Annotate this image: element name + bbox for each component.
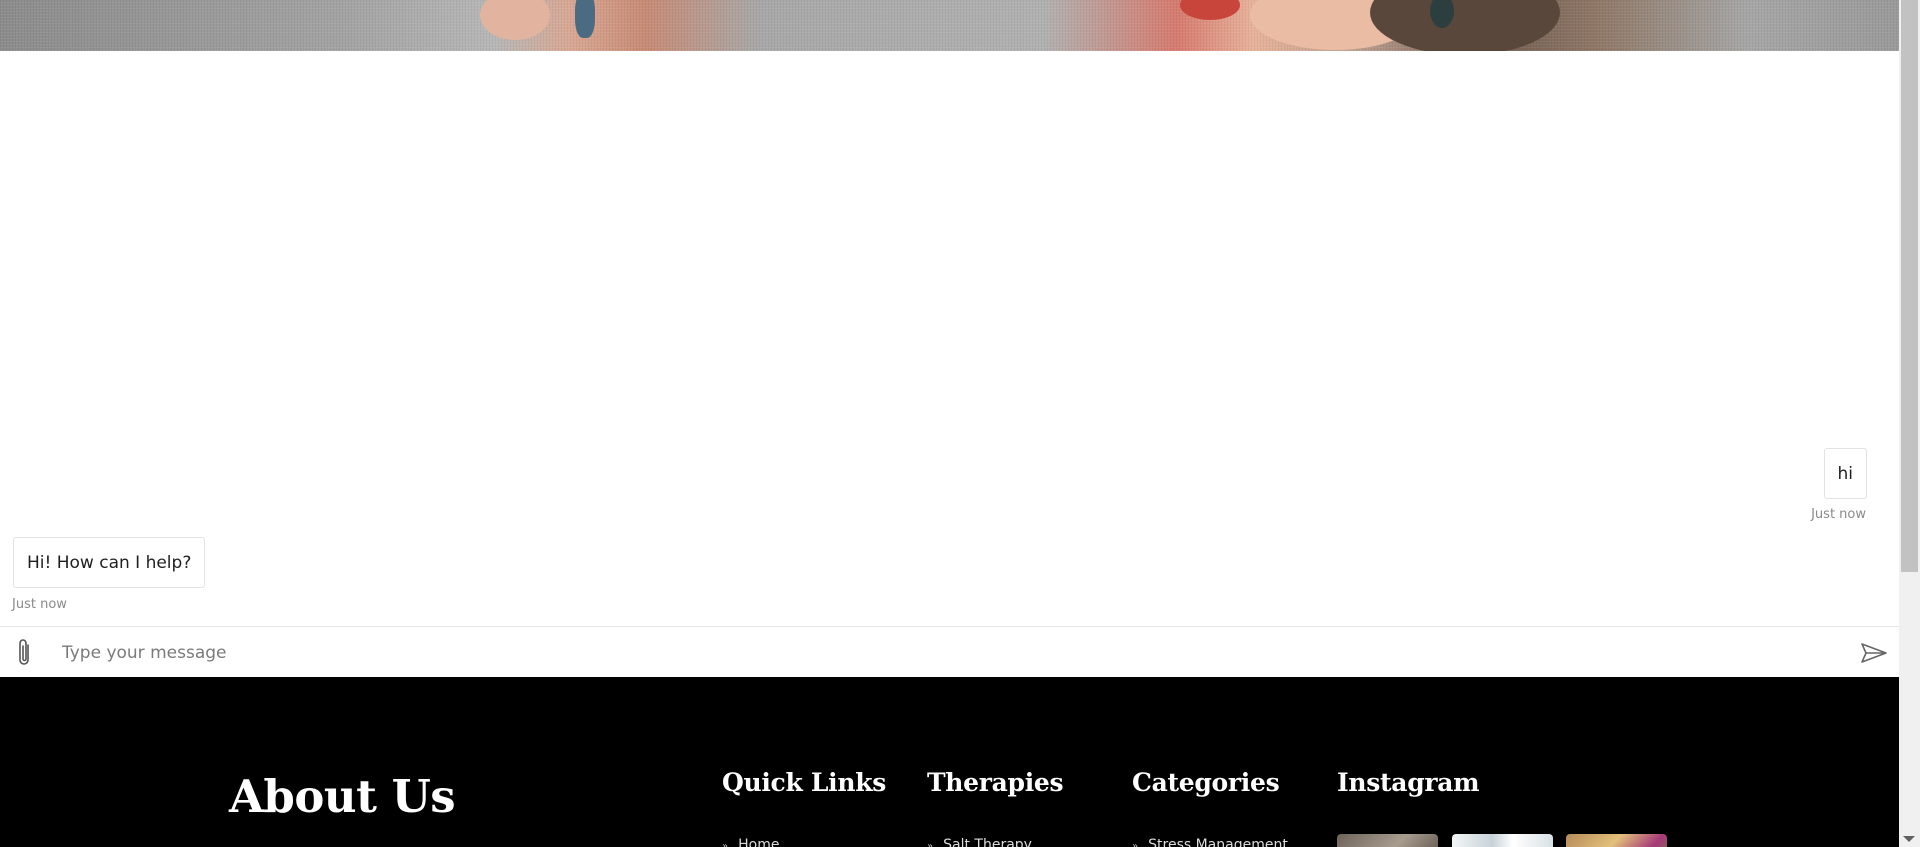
footer-category-item[interactable]: » Stress Management xyxy=(1132,837,1288,847)
bullet-icon: » xyxy=(1132,841,1139,847)
scrollbar-thumb[interactable] xyxy=(1901,0,1918,572)
hero-image xyxy=(0,0,1899,55)
bot-message-bubble: Hi! How can I help? xyxy=(13,537,206,588)
paperclip-icon xyxy=(19,639,29,665)
footer-instagram-title: Instagram xyxy=(1337,768,1480,797)
site-footer: About Us Quick Links » Home Therapies » Sa… xyxy=(0,677,1899,847)
instagram-thumbnail[interactable] xyxy=(1566,834,1667,847)
instagram-thumbnail[interactable] xyxy=(1337,834,1438,847)
bullet-icon: » xyxy=(722,841,729,847)
footer-therapy-item[interactable]: » Salt Therapy xyxy=(927,837,1032,847)
footer-categories-title: Categories xyxy=(1132,768,1280,797)
message-input[interactable] xyxy=(60,635,1844,671)
user-message-timestamp: Just now xyxy=(1811,507,1866,522)
bot-message-text: Hi! How can I help? xyxy=(27,552,192,573)
message-composer xyxy=(0,626,1899,677)
instagram-thumbnail[interactable] xyxy=(1452,834,1553,847)
user-message-text: hi xyxy=(1837,463,1854,484)
page-scrollbar[interactable] xyxy=(1899,0,1920,847)
footer-therapies-title: Therapies xyxy=(927,768,1064,797)
attach-button[interactable] xyxy=(12,638,38,668)
send-icon xyxy=(1861,643,1887,663)
footer-quick-link-item[interactable]: » Home xyxy=(722,837,779,847)
user-message-bubble: hi xyxy=(1823,448,1867,499)
footer-quick-links-title: Quick Links xyxy=(722,768,887,797)
page: hi Just now Hi! How can I help? Just now… xyxy=(0,0,1920,847)
bullet-icon: » xyxy=(927,841,934,847)
chat-messages-area: hi Just now Hi! How can I help? Just now xyxy=(0,51,1899,626)
footer-about-title: About Us xyxy=(229,770,456,823)
bot-message-timestamp: Just now xyxy=(12,597,67,612)
send-button[interactable] xyxy=(1859,639,1889,667)
scroll-down-arrow-icon[interactable] xyxy=(1903,836,1915,842)
